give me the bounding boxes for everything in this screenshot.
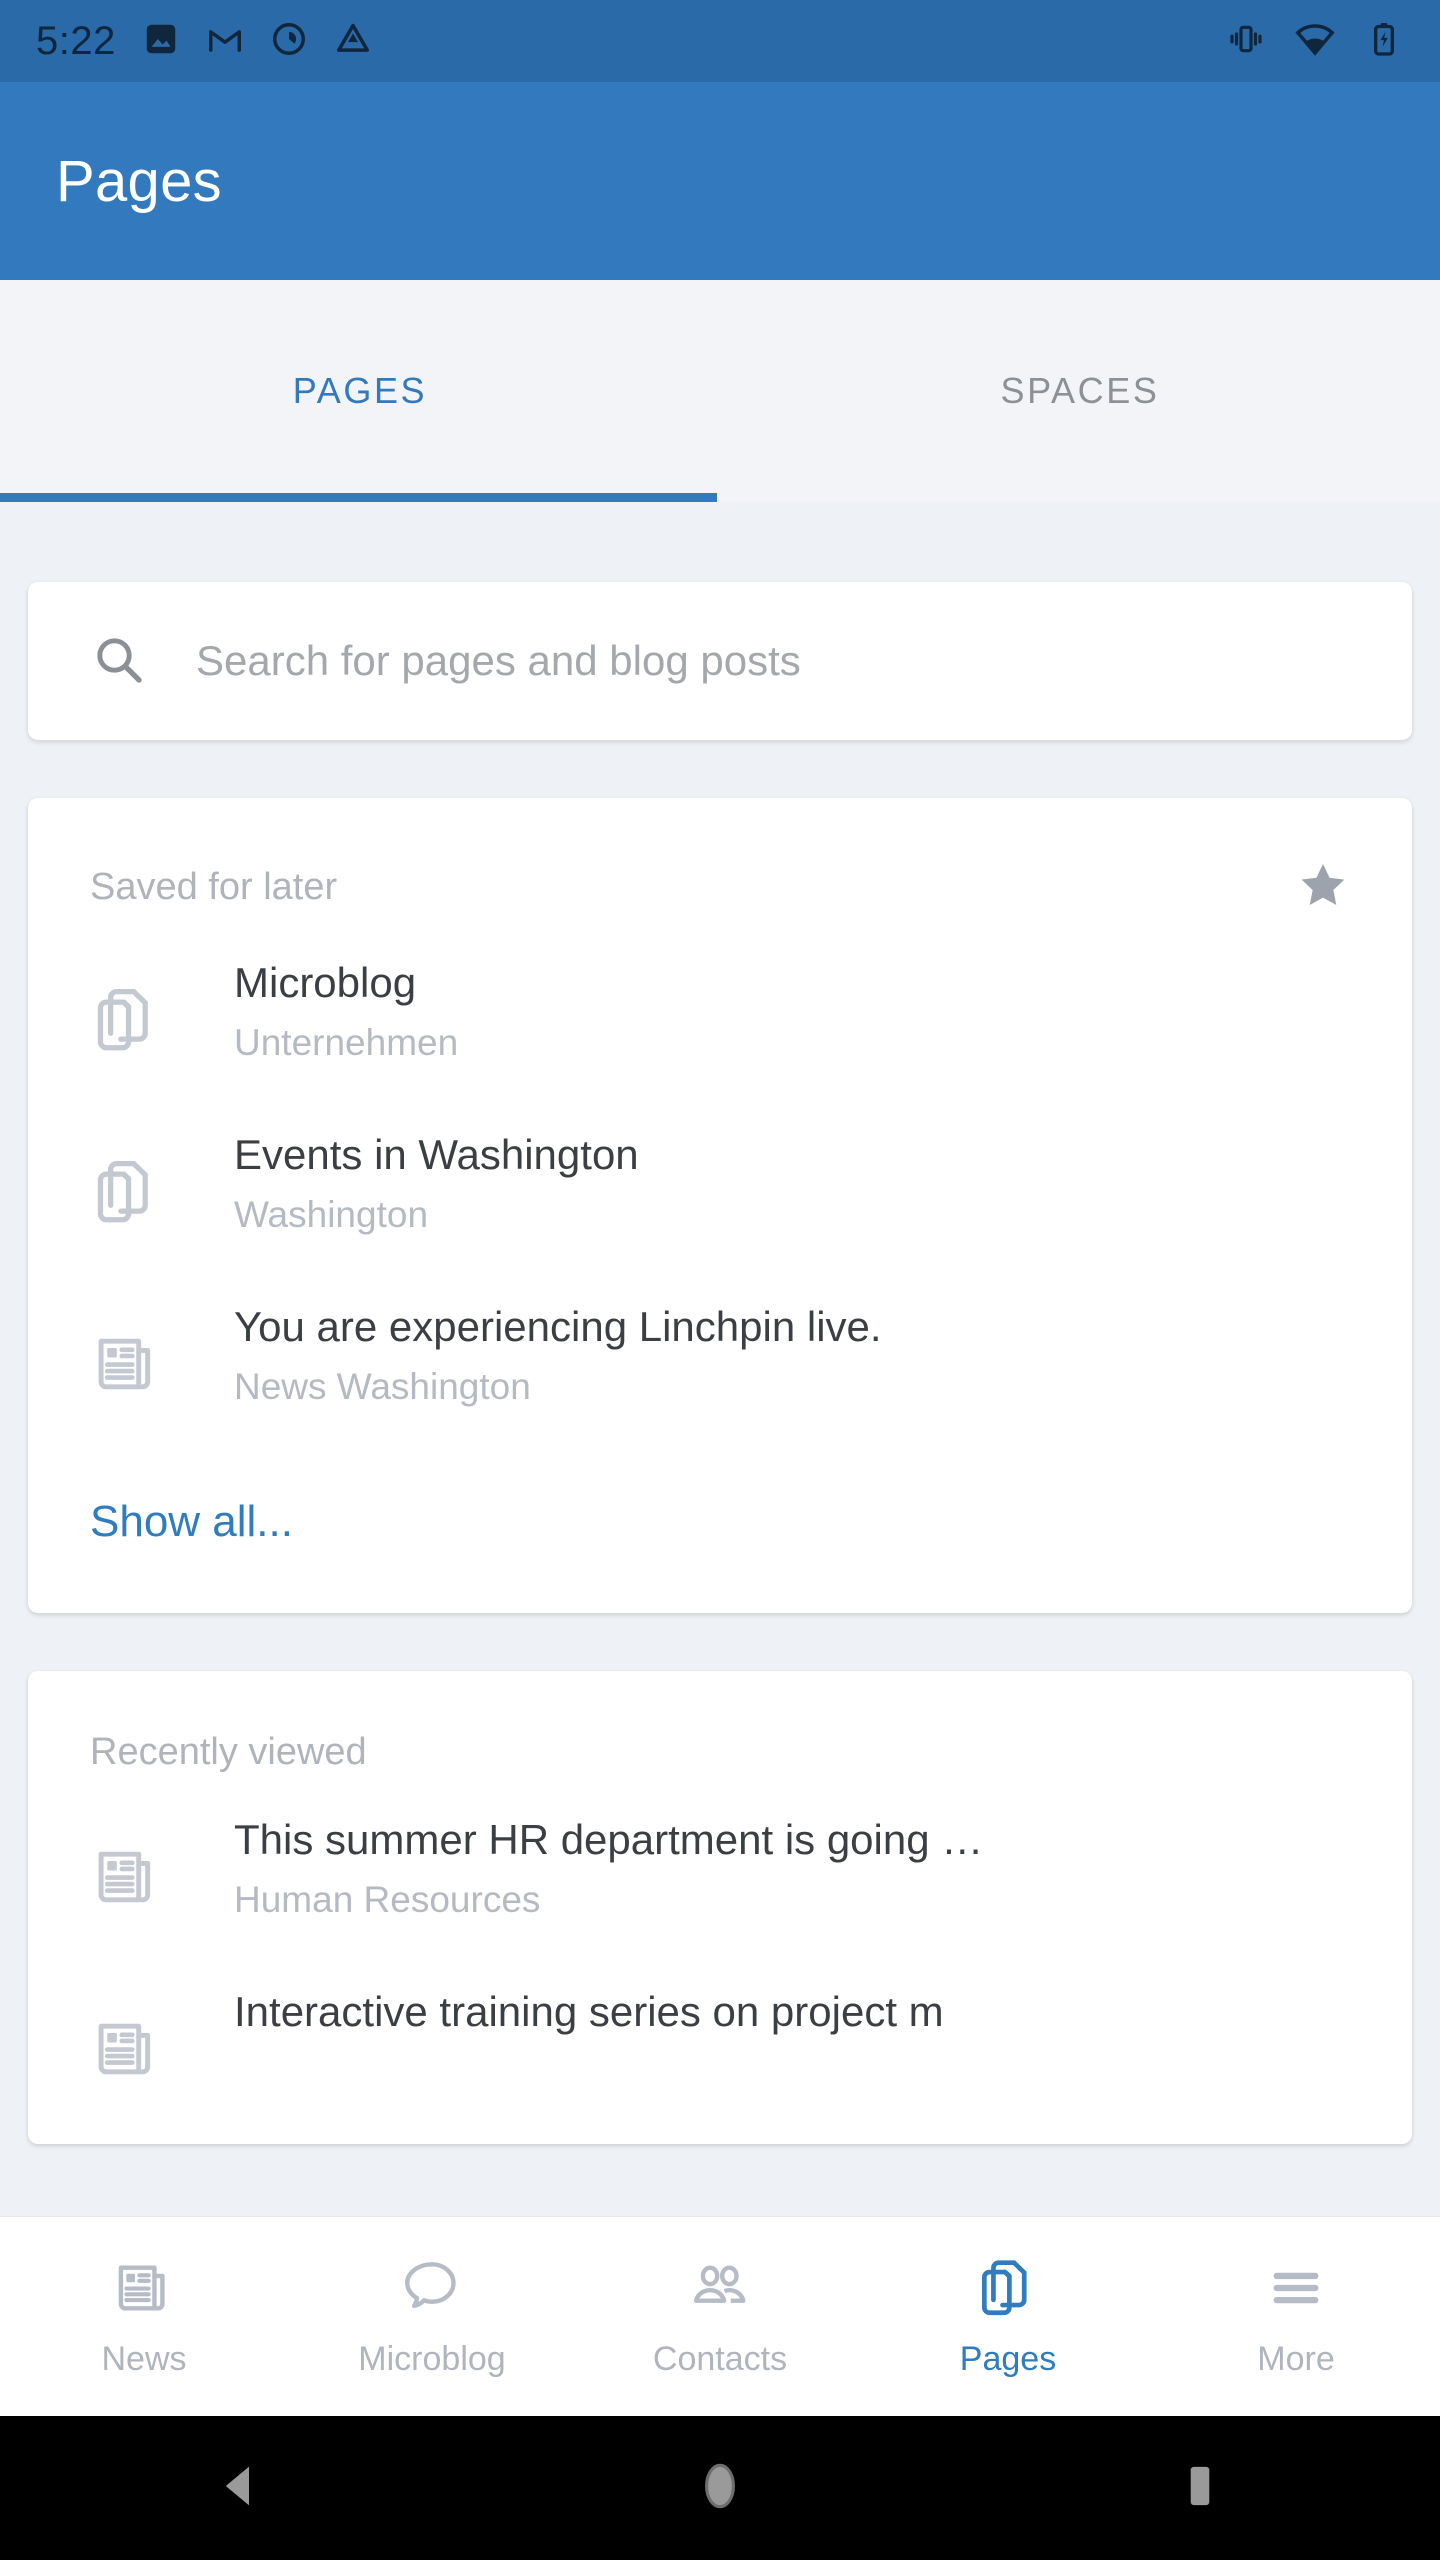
tab-active-indicator (0, 493, 717, 502)
recents-icon (1169, 2455, 1231, 2522)
list-item[interactable]: You are experiencing Linchpin live. News… (28, 1283, 1412, 1455)
section-saved-for-later: Saved for later Microblog Unternehmen Ev… (28, 798, 1412, 1613)
tab-spaces[interactable]: SPACES (720, 280, 1440, 502)
android-home-button[interactable] (480, 2455, 960, 2522)
qustodio-icon (270, 20, 308, 63)
nav-item-pages-label: Pages (959, 2339, 1057, 2378)
list-item[interactable]: Interactive training series on project m (28, 1968, 1412, 2140)
nav-item-more-label: More (1257, 2339, 1335, 2378)
tab-pages[interactable]: PAGES (0, 280, 720, 502)
search-input[interactable]: Search for pages and blog posts (196, 637, 801, 685)
hamburger-icon (1263, 2255, 1329, 2326)
list-item-text: This summer HR department is going … Hum… (182, 1814, 1350, 1923)
drive-icon (334, 20, 372, 63)
list-item-title: Interactive training series on project m (234, 1988, 944, 2035)
photos-icon (142, 20, 180, 63)
list-item-text: Microblog Unternehmen (182, 957, 1350, 1066)
search-icon (90, 631, 146, 692)
list-item-text: Interactive training series on project m (182, 1986, 1350, 2049)
news-paper-icon (90, 1986, 182, 2091)
android-recents-button[interactable] (960, 2455, 1440, 2522)
list-item-title: You are experiencing Linchpin live. (234, 1303, 882, 1350)
wifi-icon (1294, 18, 1336, 65)
list-item-subtitle: Washington (234, 1193, 429, 1235)
recently-viewed-list: This summer HR department is going … Hum… (28, 1774, 1412, 2140)
page-title: Pages (56, 148, 222, 214)
back-icon (209, 2455, 271, 2522)
nav-item-news[interactable]: News (0, 2217, 288, 2416)
app-bar: Pages (0, 82, 1440, 280)
list-item-text: Events in Washington Washington (182, 1129, 1350, 1238)
scroll-content[interactable]: Search for pages and blog posts Saved fo… (0, 502, 1440, 2216)
pages-copy-icon (90, 1129, 182, 1234)
search-bar[interactable]: Search for pages and blog posts (28, 582, 1412, 740)
news-paper-icon (90, 1301, 182, 1406)
status-bar-clock: 5:22 (36, 18, 116, 63)
vibrate-icon (1226, 19, 1266, 64)
saved-items-list: Microblog Unternehmen Events in Washingt… (28, 917, 1412, 1455)
section-recently-viewed: Recently viewed This summer HR departmen… (28, 1671, 1412, 2144)
nav-item-more[interactable]: More (1152, 2217, 1440, 2416)
news-paper-icon (90, 1814, 182, 1919)
speech-bubble-icon (399, 2255, 465, 2326)
list-item-text: You are experiencing Linchpin live. News… (182, 1301, 1350, 1410)
section-header: Saved for later (28, 798, 1412, 917)
nav-item-microblog[interactable]: Microblog (288, 2217, 576, 2416)
bottom-navigation: News Microblog Contacts Pages More (0, 2216, 1440, 2416)
section-title: Recently viewed (90, 1731, 367, 1773)
people-icon (687, 2255, 753, 2326)
tab-pages-label: PAGES (292, 370, 428, 411)
list-item-title: This summer HR department is going … (234, 1816, 984, 1863)
pages-copy-icon (975, 2255, 1041, 2326)
list-item-subtitle: Unternehmen (234, 1021, 459, 1063)
tab-spaces-label: SPACES (1000, 370, 1160, 411)
phone-screen: 5:22 Pages PAGES SPACES Search for pages… (0, 0, 1440, 2560)
list-item-subtitle: Human Resources (234, 1878, 541, 1920)
list-item[interactable]: Events in Washington Washington (28, 1111, 1412, 1283)
list-item-title: Microblog (234, 959, 417, 1006)
nav-item-microblog-label: Microblog (358, 2339, 506, 2378)
nav-item-contacts[interactable]: Contacts (576, 2217, 864, 2416)
battery-charging-icon (1364, 19, 1404, 64)
gmail-icon (206, 20, 244, 63)
pages-copy-icon (90, 957, 182, 1062)
status-bar-right (1226, 18, 1404, 65)
nav-item-contacts-label: Contacts (652, 2339, 788, 2378)
list-item-subtitle: News Washington (234, 1365, 531, 1407)
news-paper-icon (111, 2255, 177, 2326)
list-item-title: Events in Washington (234, 1131, 639, 1178)
nav-item-news-label: News (101, 2339, 187, 2378)
show-all-link[interactable]: Show all... (28, 1455, 1412, 1609)
tab-bar: PAGES SPACES (0, 280, 1440, 502)
list-item[interactable]: This summer HR department is going … Hum… (28, 1796, 1412, 1968)
nav-item-pages[interactable]: Pages (864, 2217, 1152, 2416)
android-back-button[interactable] (0, 2455, 480, 2522)
star-filled-icon[interactable] (1296, 858, 1350, 917)
status-bar-left: 5:22 (36, 19, 1226, 64)
section-title: Saved for later (90, 866, 338, 908)
section-header: Recently viewed (28, 1671, 1412, 1774)
android-navigation-bar (0, 2416, 1440, 2560)
home-icon (689, 2455, 751, 2522)
list-item[interactable]: Microblog Unternehmen (28, 939, 1412, 1111)
status-bar: 5:22 (0, 0, 1440, 82)
